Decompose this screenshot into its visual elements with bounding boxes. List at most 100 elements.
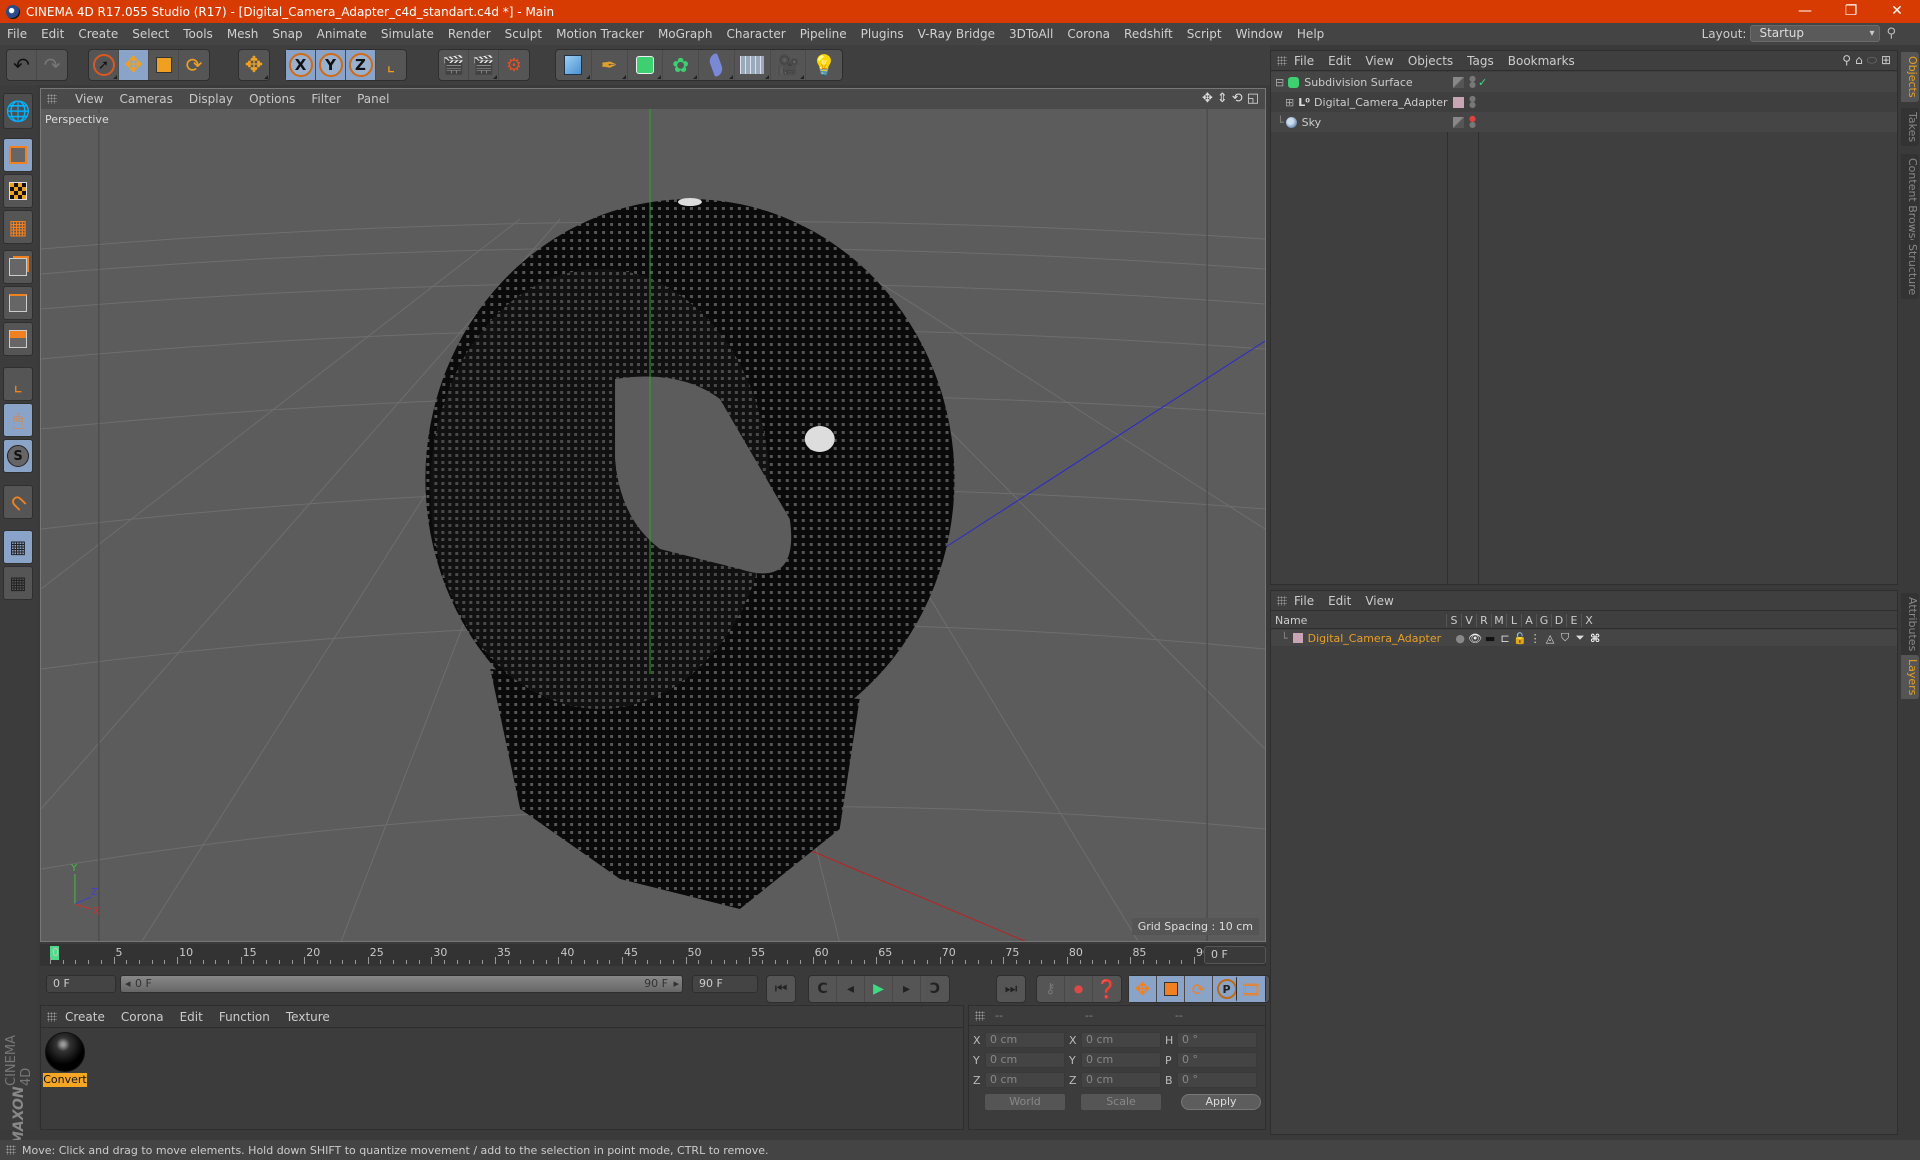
render-view-button[interactable]: 🎬 — [439, 50, 469, 80]
record-button[interactable]: ⏺ — [1065, 976, 1093, 1002]
range-left-arrow[interactable]: ◂ — [125, 976, 131, 992]
om-menu-objects[interactable]: Objects — [1401, 54, 1460, 68]
maximize-view-icon[interactable]: ◱ — [1247, 91, 1259, 106]
layer-name[interactable]: Digital_Camera_Adapter — [1308, 632, 1453, 645]
menu-window[interactable]: Window — [1229, 23, 1290, 45]
light-button[interactable]: 💡 — [806, 50, 842, 80]
material-menu-corona[interactable]: Corona — [113, 1010, 172, 1024]
frame-range-slider[interactable]: ◂ 0 F 90 F ▸ — [120, 975, 683, 993]
cloner-button[interactable]: ✿ — [663, 50, 699, 80]
prev-frame-button[interactable]: ◂ — [837, 976, 865, 1002]
menu-snap[interactable]: Snap — [265, 23, 309, 45]
subdivision-surface-button[interactable] — [628, 50, 664, 80]
texture-mode-button[interactable] — [3, 174, 33, 208]
menu-file[interactable]: File — [0, 23, 34, 45]
object-name[interactable]: Subdivision Surface — [1304, 76, 1412, 89]
floor-button[interactable] — [735, 50, 771, 80]
xref-icon[interactable]: ⌘ — [1588, 632, 1603, 645]
layer-color-swatch[interactable] — [1453, 96, 1464, 108]
scale-tool-button[interactable] — [149, 50, 179, 80]
menu-plugins[interactable]: Plugins — [854, 23, 911, 45]
model-mode-button[interactable] — [3, 138, 33, 172]
generator-icon[interactable]: ◬ — [1543, 632, 1558, 645]
z-axis-button[interactable]: Z — [346, 50, 376, 80]
size-z-field[interactable]: 0 cm — [1081, 1072, 1161, 1088]
goto-start-button[interactable]: ⏮ — [767, 976, 795, 1002]
layout-dropdown[interactable]: Startup — [1750, 25, 1881, 42]
object-row[interactable]: ⊟ Subdivision Surface ● ● ✓ — [1271, 72, 1897, 92]
menu-redshift[interactable]: Redshift — [1117, 23, 1180, 45]
menu-corona[interactable]: Corona — [1060, 23, 1117, 45]
drag-handle[interactable] — [975, 1010, 985, 1021]
point-mode-button[interactable] — [3, 250, 33, 284]
new-window-icon[interactable]: ⊞ — [1881, 53, 1891, 68]
menu-pipeline[interactable]: Pipeline — [793, 23, 854, 45]
collapse-icon[interactable]: ⊟ — [1275, 76, 1284, 89]
live-selection-button[interactable]: ➚ — [89, 50, 119, 80]
current-frame-field[interactable]: 0 F — [1204, 946, 1266, 964]
material-swatch[interactable]: Convert — [43, 1031, 87, 1087]
col-animation[interactable]: A — [1521, 614, 1536, 627]
render-settings-button[interactable]: ⚙ — [499, 50, 529, 80]
menu-render[interactable]: Render — [441, 23, 498, 45]
drag-handle[interactable] — [6, 1145, 16, 1155]
viewport-menu-display[interactable]: Display — [181, 92, 241, 106]
key-position-button[interactable]: ✥ — [1129, 976, 1157, 1002]
goto-end-button[interactable]: ⏭ — [997, 976, 1025, 1002]
col-deformers[interactable]: D — [1551, 614, 1566, 627]
drag-handle[interactable] — [1277, 595, 1287, 606]
lm-menu-edit[interactable]: Edit — [1321, 594, 1358, 608]
size-x-field[interactable]: 0 cm — [1081, 1032, 1161, 1048]
tab-takes[interactable]: Takes — [1901, 108, 1919, 147]
lm-menu-file[interactable]: File — [1287, 594, 1321, 608]
coordinate-space-dropdown[interactable]: World — [985, 1094, 1065, 1110]
make-editable-button[interactable]: 🌐 — [3, 93, 33, 129]
apply-button[interactable]: Apply — [1181, 1094, 1261, 1110]
viewport[interactable]: View Cameras Display Options Filter Pane… — [40, 88, 1266, 942]
size-y-field[interactable]: 0 cm — [1081, 1052, 1161, 1068]
viewport-menu-cameras[interactable]: Cameras — [111, 92, 180, 106]
solo-dot-icon[interactable]: ● — [1453, 632, 1468, 645]
layer-row[interactable]: └ Digital_Camera_Adapter ● 👁 ▬ ⊏ 🔓 ⋮ ◬ ⛉… — [1271, 630, 1897, 646]
rot-b-field[interactable]: 0 ° — [1177, 1072, 1257, 1088]
menu-select[interactable]: Select — [125, 23, 176, 45]
material-menu-edit[interactable]: Edit — [172, 1010, 211, 1024]
col-render[interactable]: R — [1476, 614, 1491, 627]
visibility-dots-icon[interactable]: ● ● — [1469, 95, 1476, 109]
animation-icon[interactable]: ⋮ — [1528, 632, 1543, 645]
orbit-icon[interactable]: ⟲ — [1232, 91, 1243, 106]
next-key-button[interactable]: Ↄ — [921, 976, 949, 1002]
dolly-icon[interactable]: ⇕ — [1217, 91, 1228, 106]
viewport-menu-panel[interactable]: Panel — [349, 92, 397, 106]
snap-button[interactable]: ∩ — [3, 485, 33, 519]
key-scale-button[interactable] — [1157, 976, 1185, 1002]
home-icon[interactable]: ⌂ — [1855, 53, 1863, 68]
pen-button[interactable]: ✒ — [592, 50, 628, 80]
pos-y-field[interactable]: 0 cm — [985, 1052, 1065, 1068]
om-menu-bookmarks[interactable]: Bookmarks — [1501, 54, 1582, 68]
solo-mode-button[interactable]: S — [3, 439, 33, 473]
menu-simulate[interactable]: Simulate — [374, 23, 441, 45]
manager-tree-icon[interactable]: ⊏ — [1498, 632, 1513, 645]
menu-help[interactable]: Help — [1290, 23, 1331, 45]
polygon-mode-button[interactable] — [3, 322, 33, 356]
close-button[interactable]: ✕ — [1874, 0, 1920, 23]
menu-motion-tracker[interactable]: Motion Tracker — [549, 23, 651, 45]
viewport-menu-filter[interactable]: Filter — [303, 92, 349, 106]
workplane-sync-button[interactable]: ▦ — [3, 566, 33, 600]
restore-button[interactable]: ❐ — [1828, 0, 1874, 23]
pos-z-field[interactable]: 0 cm — [985, 1072, 1065, 1088]
viewport-canvas[interactable]: Y Z X — [41, 109, 1265, 942]
material-menu-create[interactable]: Create — [57, 1010, 113, 1024]
col-view[interactable]: V — [1461, 614, 1476, 627]
col-expressions[interactable]: E — [1566, 614, 1581, 627]
tab-objects[interactable]: Objects — [1901, 52, 1919, 102]
search-icon[interactable]: ⚲ — [1842, 53, 1851, 68]
deformer-icon[interactable]: ⛉ — [1558, 631, 1573, 645]
enabled-check-icon[interactable]: ✓ — [1478, 76, 1487, 89]
end-frame-field[interactable]: 90 F — [692, 975, 758, 993]
menu-tools[interactable]: Tools — [176, 23, 220, 45]
pan-icon[interactable]: ✥ — [1202, 91, 1213, 106]
material-menu-function[interactable]: Function — [211, 1010, 278, 1024]
timeline-ruler[interactable]: 0 5 10 15 20 25 30 35 40 45 50 55 60 65 70 75 80 85 90 0 F — [40, 944, 1266, 966]
